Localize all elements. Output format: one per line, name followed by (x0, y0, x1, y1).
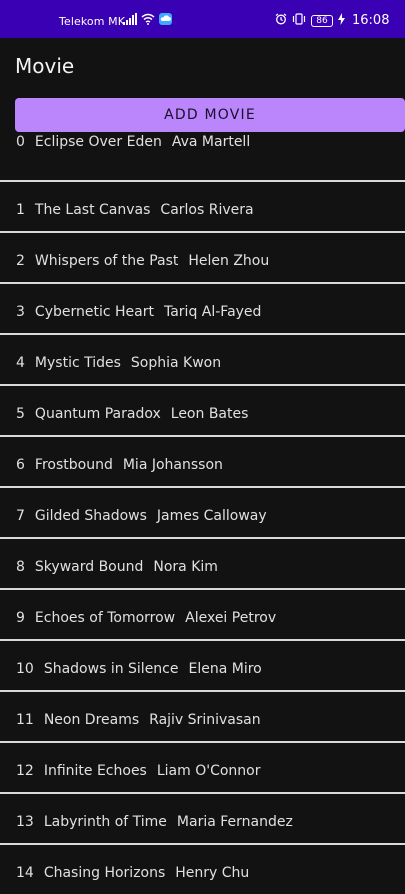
vibrate-icon (292, 13, 306, 28)
list-item[interactable]: 4 Mystic Tides Sophia Kwon (0, 335, 405, 386)
status-bar: Telekom MK 86 16:08 (0, 0, 405, 38)
list-item[interactable]: 12 Infinite Echoes Liam O'Connor (0, 743, 405, 794)
list-item[interactable]: 0 Eclipse Over Eden Ava Martell (0, 131, 405, 182)
list-item[interactable]: 6 Frostbound Mia Johansson (0, 437, 405, 488)
add-movie-button[interactable]: ADD MOVIE (15, 98, 405, 132)
list-item[interactable]: 11 Neon Dreams Rajiv Srinivasan (0, 692, 405, 743)
list-item[interactable]: 8 Skyward Bound Nora Kim (0, 539, 405, 590)
carrier-label: Telekom MK (59, 15, 126, 28)
list-item[interactable]: 10 Shadows in Silence Elena Miro (0, 641, 405, 692)
signal-icon (123, 13, 137, 25)
cloud-icon (159, 13, 172, 25)
list-item[interactable]: 5 Quantum Paradox Leon Bates (0, 386, 405, 437)
list-item[interactable]: 3 Cybernetic Heart Tariq Al-Fayed (0, 284, 405, 335)
battery-icon: 86 (311, 14, 333, 27)
alarm-icon (275, 13, 287, 28)
list-item[interactable]: 7 Gilded Shadows James Calloway (0, 488, 405, 539)
list-item[interactable]: 13 Labyrinth of Time Maria Fernandez (0, 794, 405, 845)
page-title: Movie (15, 54, 75, 78)
status-right-icons: 86 16:08 (275, 13, 389, 28)
list-item[interactable]: 1 The Last Canvas Carlos Rivera (0, 182, 405, 233)
clock: 16:08 (352, 13, 390, 28)
list-item[interactable]: 2 Whispers of the Past Helen Zhou (0, 233, 405, 284)
wifi-icon (141, 13, 155, 25)
movie-list: 0 Eclipse Over Eden Ava Martell 1 The Last … (0, 131, 405, 894)
list-item[interactable]: 9 Echoes of Tomorrow Alexei Petrov (0, 590, 405, 641)
charging-icon (338, 13, 345, 28)
list-item[interactable]: 14 Chasing Horizons Henry Chu (0, 845, 405, 894)
status-left-icons (123, 13, 172, 25)
